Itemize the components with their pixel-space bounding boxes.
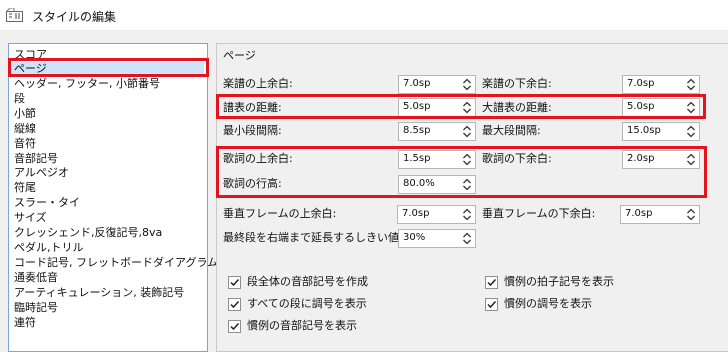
window-title: スタイルの編集 xyxy=(32,10,117,24)
courtesy-key-sig-label: 慣例の調号を表示 xyxy=(504,297,592,310)
courtesy-clef-label: 慣例の音部記号を表示 xyxy=(247,319,357,332)
spin-value: 30% xyxy=(403,232,426,243)
check-icon xyxy=(230,300,240,309)
app-icon xyxy=(6,8,23,22)
max-system-distance-spinbox[interactable]: 15.0sp xyxy=(622,122,700,141)
courtesy-time-sig-label: 慣例の拍子記号を表示 xyxy=(504,275,614,288)
min-system-distance-spinbox[interactable]: 8.5sp xyxy=(398,122,476,141)
check-icon xyxy=(487,300,497,309)
list-item-clefs[interactable]: 音部記号 xyxy=(14,152,58,166)
key-all-systems-checkbox[interactable] xyxy=(228,298,241,311)
highlight-page-item xyxy=(8,58,209,77)
highlight-lyrics-rows xyxy=(216,146,707,198)
key-all-systems-label: すべての段に調号を表示 xyxy=(247,297,367,310)
max-system-distance-label: 最大段間隔: xyxy=(482,124,541,137)
vframe-bottom-margin-label: 垂直フレームの下余白: xyxy=(482,207,596,220)
list-item-articulations[interactable]: アーティキュレーション, 装飾記号 xyxy=(14,286,184,300)
last-system-fill-spinbox[interactable]: 30% xyxy=(398,229,476,248)
spin-arrows-icon[interactable] xyxy=(462,207,472,222)
staff-top-margin-label: 楽譜の上余白: xyxy=(223,77,293,90)
title-bar: スタイルの編集 xyxy=(0,0,728,31)
spin-value: 7.0sp xyxy=(402,208,430,219)
staff-top-margin-spinbox[interactable]: 7.0sp xyxy=(398,75,476,94)
staff-bottom-margin-label: 楽譜の下余白: xyxy=(482,77,552,90)
style-category-list[interactable]: スコア ページ ヘッダー, フッター, 小節番号 段 小節 縦線 音符 音部記号… xyxy=(8,43,218,352)
vframe-top-margin-label: 垂直フレームの上余白: xyxy=(223,207,337,220)
spin-value: 15.0sp xyxy=(627,125,661,136)
clef-all-systems-label: 段全体の音部記号を作成 xyxy=(247,275,368,288)
spin-arrows-icon[interactable] xyxy=(686,124,696,139)
list-item-tuplets[interactable]: 連符 xyxy=(14,316,36,330)
list-item-notes[interactable]: 音符 xyxy=(14,137,36,151)
courtesy-key-sig-checkbox[interactable] xyxy=(485,298,498,311)
section-title: ページ xyxy=(223,49,256,62)
spin-value: 7.0sp xyxy=(627,78,655,89)
list-item-header-footer[interactable]: ヘッダー, フッター, 小節番号 xyxy=(14,77,160,91)
list-item-pedal-trill[interactable]: ペダル,トリル xyxy=(14,241,84,255)
list-item-measure[interactable]: 小節 xyxy=(14,107,36,121)
spin-arrows-icon[interactable] xyxy=(686,77,696,92)
spin-value: 8.5sp xyxy=(403,125,431,136)
staff-bottom-margin-spinbox[interactable]: 7.0sp xyxy=(622,75,700,94)
list-item-system[interactable]: 段 xyxy=(14,92,25,106)
vframe-top-margin-spinbox[interactable]: 7.0sp xyxy=(397,205,476,224)
check-icon xyxy=(230,322,240,331)
check-icon xyxy=(487,278,497,287)
spin-arrows-icon[interactable] xyxy=(462,231,472,246)
list-item-figured-bass[interactable]: 通奏低音 xyxy=(14,271,58,285)
spin-value: 7.0sp xyxy=(625,208,653,219)
list-item-chord-symbols[interactable]: コード記号, フレットボードダイアグラム xyxy=(14,256,218,270)
clef-all-systems-checkbox[interactable] xyxy=(228,276,241,289)
list-item-stem[interactable]: 符尾 xyxy=(14,181,36,195)
spin-arrows-icon[interactable] xyxy=(686,207,696,222)
list-item-accidentals[interactable]: 臨時記号 xyxy=(14,301,58,315)
list-item-hairpins[interactable]: クレッシェンド,反復記号,8va xyxy=(14,226,162,240)
list-item-barlines[interactable]: 縦線 xyxy=(14,122,36,136)
list-item-arpeggio[interactable]: アルペジオ xyxy=(14,166,69,180)
spin-value: 7.0sp xyxy=(403,78,431,89)
list-item-size[interactable]: サイズ xyxy=(14,211,47,225)
min-system-distance-label: 最小段間隔: xyxy=(223,124,282,137)
highlight-staff-distance-row xyxy=(216,94,706,119)
spin-arrows-icon[interactable] xyxy=(462,124,472,139)
last-system-fill-label: 最終段を右端まで延長するしきい値: xyxy=(223,231,403,244)
list-item-slur-tie[interactable]: スラー・タイ xyxy=(14,196,80,210)
spin-arrows-icon[interactable] xyxy=(462,77,472,92)
check-icon xyxy=(230,278,240,287)
vframe-bottom-margin-spinbox[interactable]: 7.0sp xyxy=(620,205,700,224)
courtesy-clef-checkbox[interactable] xyxy=(228,320,241,333)
courtesy-time-sig-checkbox[interactable] xyxy=(485,276,498,289)
